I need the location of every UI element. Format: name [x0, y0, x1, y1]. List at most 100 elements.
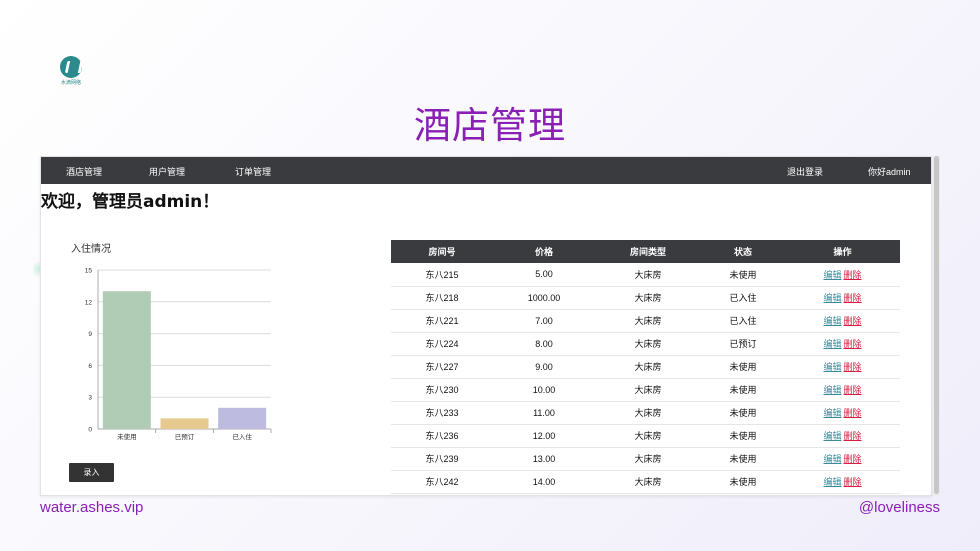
- cell-actions: 编辑 删除: [785, 470, 900, 494]
- y-tick-label: 3: [88, 395, 92, 402]
- cell-room-type: 大床房: [595, 309, 701, 333]
- table-row: 东八221 7.00 大床房 已入住 编辑 删除: [391, 309, 900, 333]
- cell-price: 7.00: [493, 309, 595, 333]
- delete-link[interactable]: 删除: [844, 408, 862, 418]
- cell-room-number: 东八224: [391, 332, 493, 356]
- cell-room-number: 东八215: [391, 263, 493, 287]
- delete-link[interactable]: 删除: [844, 270, 862, 280]
- delete-link[interactable]: 删除: [844, 477, 862, 487]
- table-row: 东八215 5.00 大床房 未使用 编辑 删除: [391, 263, 900, 287]
- chart-title: 入住情况: [71, 244, 111, 255]
- table-row: 东八233 11.00 大床房 未使用 编辑 删除: [391, 401, 900, 425]
- header-room-type: 房间类型: [595, 240, 701, 263]
- cell-price: 8.00: [493, 332, 595, 356]
- app-window: 酒店管理 用户管理 订单管理 退出登录 你好admin 欢迎，管理员admin！…: [40, 156, 932, 496]
- add-room-button[interactable]: 录入: [69, 463, 114, 482]
- edit-link[interactable]: 编辑: [823, 362, 841, 372]
- table-row: 东八236 12.00 大床房 未使用 编辑 删除: [391, 424, 900, 448]
- logo-icon: [60, 56, 82, 78]
- cell-price: 11.00: [493, 401, 595, 425]
- cell-price: 14.00: [493, 470, 595, 494]
- delete-link[interactable]: 删除: [844, 293, 862, 303]
- table-row: 东八239 13.00 大床房 未使用 编辑 删除: [391, 447, 900, 471]
- y-tick-label: 15: [85, 268, 93, 275]
- cell-status: 未使用: [701, 401, 785, 425]
- cell-room-number: 东八242: [391, 470, 493, 494]
- delete-link[interactable]: 删除: [844, 339, 862, 349]
- cell-room-type: 大床房: [595, 286, 701, 310]
- cell-actions: 编辑 删除: [785, 424, 900, 448]
- cell-room-number: 东八236: [391, 424, 493, 448]
- bar-0: [102, 291, 151, 429]
- cell-status: 未使用: [701, 470, 785, 494]
- edit-link[interactable]: 编辑: [823, 408, 841, 418]
- delete-link[interactable]: 删除: [844, 454, 862, 464]
- cell-room-type: 大床房: [595, 401, 701, 425]
- cell-room-number: 东八221: [391, 309, 493, 333]
- edit-link[interactable]: 编辑: [823, 454, 841, 464]
- cell-status: 未使用: [701, 447, 785, 471]
- cell-status: 已预订: [701, 332, 785, 356]
- scrollbar-thumb[interactable]: [934, 156, 939, 494]
- cell-actions: 编辑 删除: [785, 378, 900, 402]
- top-navbar: 酒店管理 用户管理 订单管理 退出登录 你好admin: [41, 157, 931, 184]
- cell-price: 1000.00: [493, 286, 595, 310]
- y-tick-label: 6: [88, 363, 92, 370]
- cell-actions: 编辑 删除: [785, 401, 900, 425]
- edit-link[interactable]: 编辑: [823, 270, 841, 280]
- cell-actions: 编辑 删除: [785, 447, 900, 471]
- table-row: 东八218 1000.00 大床房 已入住 编辑 删除: [391, 286, 900, 310]
- cell-status: 未使用: [701, 263, 785, 287]
- header-room-number: 房间号: [391, 240, 493, 263]
- table-row: 东八224 8.00 大床房 已预订 编辑 删除: [391, 332, 900, 356]
- logout-link[interactable]: 退出登录: [787, 165, 823, 178]
- cell-actions: 编辑 删除: [785, 309, 900, 333]
- slide-title: 酒店管理: [414, 104, 566, 147]
- footer-website: water.ashes.vip: [40, 499, 144, 516]
- table-row: 东八230 10.00 大床房 未使用 编辑 删除: [391, 378, 900, 402]
- table-row: 东八242 14.00 大床房 未使用 编辑 删除: [391, 470, 900, 494]
- table-row: 东八227 9.00 大床房 未使用 编辑 删除: [391, 355, 900, 379]
- cell-status: 已入住: [701, 286, 785, 310]
- edit-link[interactable]: 编辑: [823, 316, 841, 326]
- cell-price: 5.00: [493, 263, 595, 287]
- cell-status: 已入住: [701, 309, 785, 333]
- edit-link[interactable]: 编辑: [823, 385, 841, 395]
- delete-link[interactable]: 删除: [844, 431, 862, 441]
- nav-user-management[interactable]: 用户管理: [149, 165, 185, 178]
- nav-order-management[interactable]: 订单管理: [235, 165, 271, 178]
- cell-room-number: 东八239: [391, 447, 493, 471]
- header-actions: 操作: [785, 240, 900, 263]
- delete-link[interactable]: 删除: [844, 316, 862, 326]
- y-tick-label: 0: [88, 427, 92, 434]
- delete-link[interactable]: 删除: [844, 362, 862, 372]
- logo-text: 水滴网络: [60, 80, 81, 86]
- edit-link[interactable]: 编辑: [823, 293, 841, 303]
- edit-link[interactable]: 编辑: [823, 477, 841, 487]
- cell-room-number: 东八227: [391, 355, 493, 379]
- cell-price: 12.00: [493, 424, 595, 448]
- edit-link[interactable]: 编辑: [823, 339, 841, 349]
- cell-room-type: 大床房: [595, 332, 701, 356]
- cell-room-number: 东八230: [391, 378, 493, 402]
- cell-room-type: 大床房: [595, 470, 701, 494]
- header-status: 状态: [701, 240, 785, 263]
- cell-room-number: 东八218: [391, 286, 493, 310]
- edit-link[interactable]: 编辑: [823, 431, 841, 441]
- table-header-row: 房间号 价格 房间类型 状态 操作: [391, 240, 900, 263]
- cell-status: 未使用: [701, 378, 785, 402]
- cell-price: 10.00: [493, 378, 595, 402]
- delete-link[interactable]: 删除: [844, 385, 862, 395]
- nav-hotel-management[interactable]: 酒店管理: [66, 165, 102, 178]
- y-tick-label: 12: [85, 299, 93, 306]
- table-body: 东八215 5.00 大床房 未使用 编辑 删除 东八218 1000.00 大床房 已入住 编辑删…: [391, 263, 900, 494]
- cell-room-type: 大床房: [595, 424, 701, 448]
- y-tick-label: 9: [88, 331, 92, 338]
- cell-price: 13.00: [493, 447, 595, 471]
- brand-logo: 水滴网络: [58, 56, 84, 86]
- cell-status: 未使用: [701, 355, 785, 379]
- cell-price: 9.00: [493, 355, 595, 379]
- cell-actions: 编辑 删除: [785, 286, 900, 310]
- scrollbar[interactable]: [933, 156, 940, 496]
- cell-actions: 编辑 删除: [785, 355, 900, 379]
